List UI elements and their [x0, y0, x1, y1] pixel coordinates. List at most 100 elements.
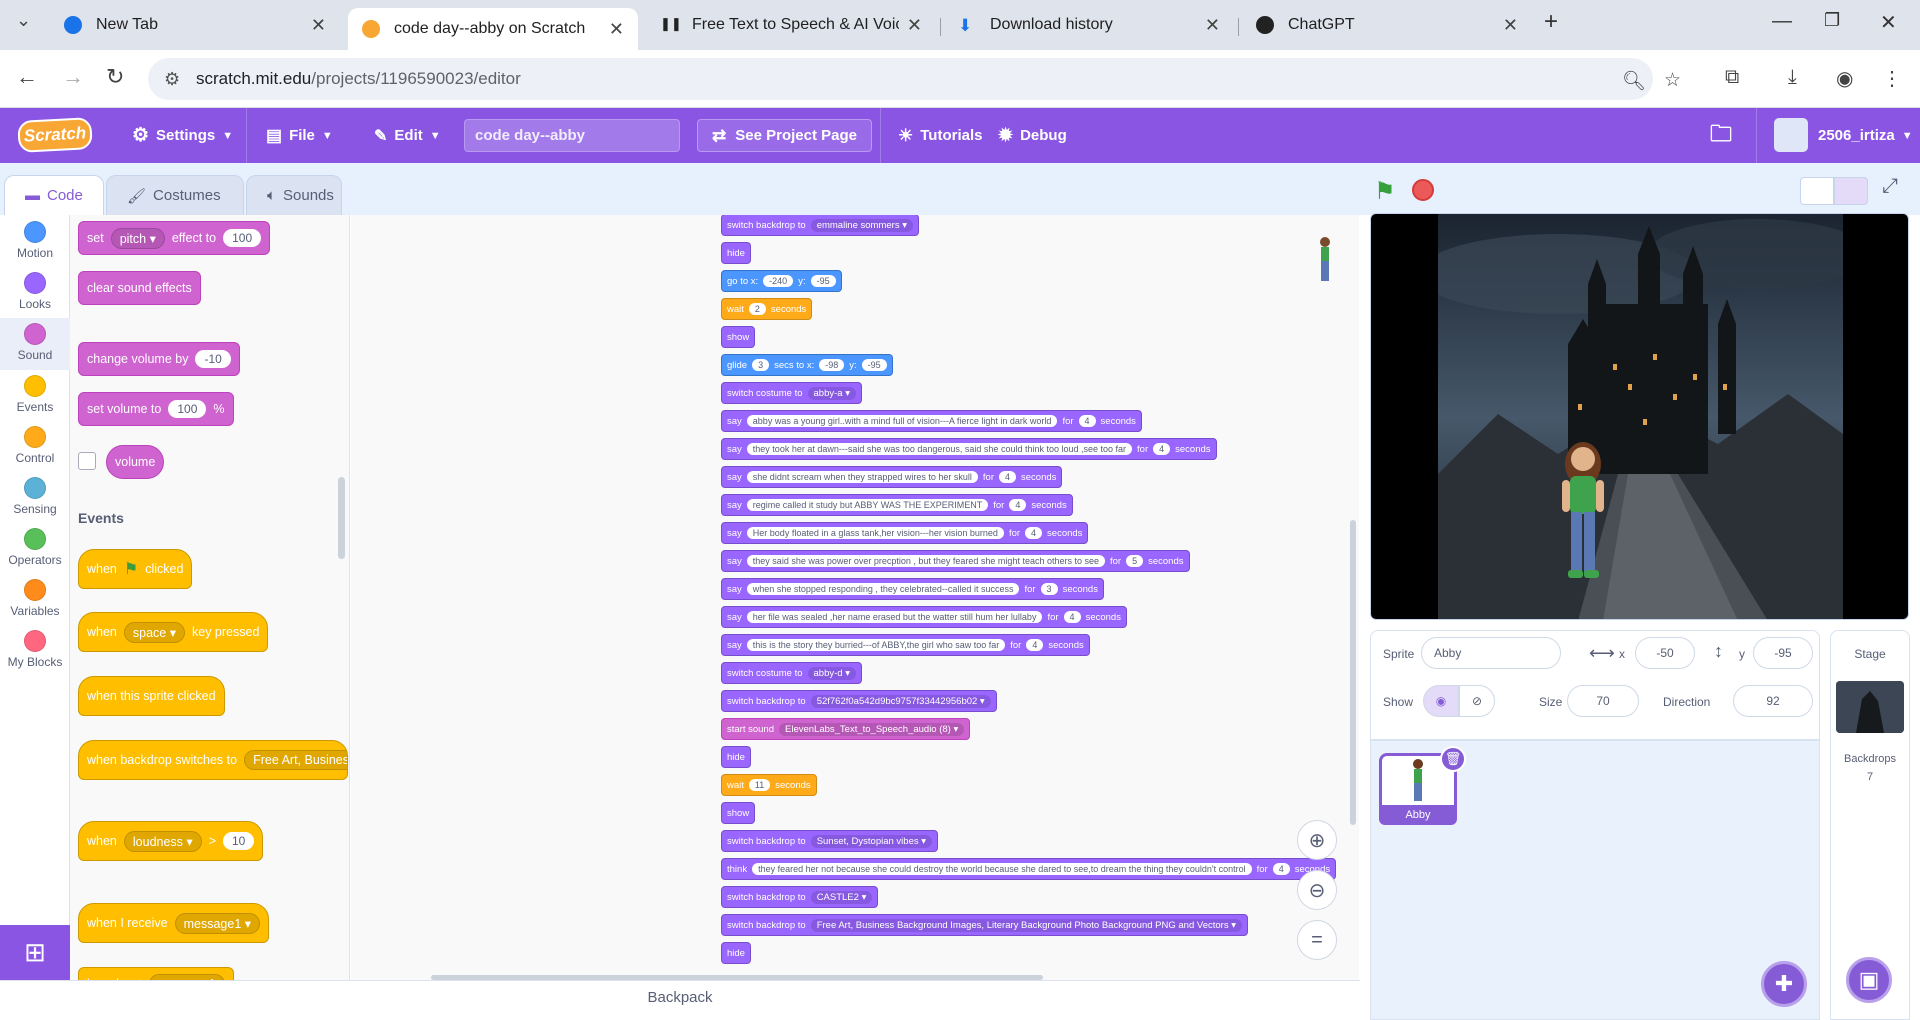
say-for-secs-block[interactable]: say her file was sealed ,her name erased … [721, 606, 1127, 628]
debug-button[interactable]: ✹ Debug [998, 108, 1067, 163]
y-input[interactable]: -95 [810, 275, 836, 287]
direction-input[interactable]: 92 [1733, 685, 1813, 717]
show-block[interactable]: show [721, 802, 756, 824]
loudness-input[interactable]: 10 [223, 832, 255, 850]
new-tab-icon[interactable]: + [1544, 8, 1558, 36]
say-text-input[interactable]: abby was a young girl..with a mind full … [746, 415, 1058, 427]
say-text-input[interactable]: they took her at dawn---said she was too… [746, 443, 1133, 455]
scratch-logo[interactable]: Scratch [17, 117, 93, 153]
when-flag-clicked-block[interactable]: when ⚑ clicked [78, 549, 193, 589]
site-info-icon[interactable]: ⚙ [164, 69, 180, 90]
extensions-icon[interactable]: ⧉ [1725, 66, 1739, 89]
settings-menu[interactable]: ⚙ Settings ▼ [132, 108, 233, 163]
say-secs-input[interactable]: 4 [1026, 639, 1044, 651]
volume-input[interactable]: 100 [168, 400, 207, 418]
close-icon[interactable]: ✕ [1205, 15, 1220, 36]
say-for-secs-block[interactable]: say abby was a young girl..with a mind fu… [721, 410, 1142, 432]
tab-download-history[interactable]: ⬇ Download history ✕ [944, 8, 1234, 42]
y-input[interactable]: -95 [861, 359, 887, 371]
tab-costumes[interactable]: 🖌︎ Costumes [106, 175, 244, 215]
clear-sound-effects-block[interactable]: clear sound effects [78, 271, 201, 305]
category-events[interactable]: Events [0, 375, 70, 414]
volume-change-input[interactable]: -10 [195, 350, 231, 368]
say-text-input[interactable]: her file was sealed ,her name erased but… [746, 611, 1043, 623]
backpack[interactable]: Backpack [0, 980, 1360, 1020]
add-extension-button[interactable]: ⊞ [0, 925, 70, 980]
key-dropdown[interactable]: space ▾ [123, 621, 185, 643]
see-project-page-button[interactable]: ⇄ See Project Page [697, 119, 872, 152]
when-backdrop-switches-block[interactable]: when backdrop switches to Free Art, Busi… [78, 740, 348, 780]
avatar[interactable] [1774, 118, 1808, 152]
switch-backdrop-block[interactable]: switch backdrop to CASTLE2 ▾ [721, 886, 879, 908]
category-sensing[interactable]: Sensing [0, 477, 70, 516]
say-for-secs-block[interactable]: say they took her at dawn---said she was … [721, 438, 1217, 460]
say-text-input[interactable]: she didnt scream when they strapped wire… [746, 471, 978, 483]
switch-backdrop-block[interactable]: switch backdrop to 52f762f0a542d9bc9757f3… [721, 690, 997, 712]
category-sound[interactable]: Sound [0, 318, 70, 370]
zoom-icon[interactable]: 🔍︎ [1622, 69, 1646, 93]
say-text-input[interactable]: when she stopped responding , they celeb… [746, 583, 1020, 595]
browser-menu-icon[interactable]: ⋮ [1882, 66, 1902, 91]
think-for-secs-block[interactable]: think they feared her not because she cou… [721, 858, 1337, 880]
tab-search-icon[interactable]: ⌄ [16, 10, 31, 31]
say-secs-input[interactable]: 4 [1009, 499, 1027, 511]
say-for-secs-block[interactable]: say Her body floated in a glass tank,her … [721, 522, 1089, 544]
wait-block[interactable]: wait 11 seconds [721, 774, 817, 796]
glide-block[interactable]: glide 3 secs to x: -98 y: -95 [721, 354, 893, 376]
close-icon[interactable]: ✕ [311, 15, 326, 36]
say-text-input[interactable]: this is the story they burried---of ABBY… [746, 639, 1006, 651]
category-motion[interactable]: Motion [0, 221, 70, 260]
say-text-input[interactable]: Her body floated in a glass tank,her vis… [746, 527, 1004, 539]
show-visible-button[interactable]: ◉ [1423, 685, 1459, 717]
say-text-input[interactable]: they said she was power over precption ,… [746, 555, 1105, 567]
wait-input[interactable]: 2 [748, 303, 766, 315]
forward-icon[interactable]: → [62, 64, 84, 90]
delete-sprite-button[interactable]: 🗑︎ [1440, 746, 1466, 772]
tab-sounds[interactable]: 🔈︎ Sounds [246, 175, 342, 215]
start-sound-block[interactable]: start sound ElevenLabs_Text_to_Speech_aud… [721, 718, 971, 740]
normal-stage-button[interactable] [1834, 177, 1868, 205]
reload-icon[interactable]: ↻ [106, 64, 124, 90]
y-input[interactable]: -95 [1753, 637, 1813, 669]
category-operators[interactable]: Operators [0, 528, 70, 567]
when-sprite-clicked-block[interactable]: when this sprite clicked [78, 676, 225, 716]
backdrop-dropdown[interactable]: Free Art, Business Background Images, Li… [810, 918, 1242, 932]
set-effect-block[interactable]: set pitch ▾ effect to 100 [78, 221, 271, 255]
tab-text-to-speech[interactable]: ❚❚ Free Text to Speech & AI Voice ✕ [646, 8, 936, 42]
category-looks[interactable]: Looks [0, 272, 70, 311]
code-area[interactable]: switch backdrop to emmaline sommers ▾ hide… [351, 215, 1359, 980]
show-hidden-button[interactable]: ⊘ [1459, 685, 1495, 717]
project-title-input[interactable]: code day--abby [464, 119, 680, 152]
think-secs-input[interactable]: 4 [1272, 863, 1290, 875]
effect-value-input[interactable]: 100 [223, 229, 262, 247]
zoom-out-button[interactable]: ⊖ [1297, 870, 1337, 910]
zoom-in-button[interactable]: ⊕ [1297, 820, 1337, 860]
window-close-icon[interactable]: ✕ [1880, 10, 1897, 35]
backdrop-dropdown[interactable]: Free Art, Business [244, 750, 347, 770]
glide-secs-input[interactable]: 3 [752, 359, 770, 371]
size-input[interactable]: 70 [1567, 685, 1639, 717]
wait-block[interactable]: wait 2 seconds [721, 298, 813, 320]
tab-new-tab[interactable]: New Tab ✕ [50, 8, 340, 42]
say-secs-input[interactable]: 3 [1040, 583, 1058, 595]
category-control[interactable]: Control [0, 426, 70, 465]
backdrop-dropdown[interactable]: 52f762f0a542d9bc9757f33442956b02 ▾ [810, 694, 991, 708]
tab-chatgpt[interactable]: ChatGPT ✕ [1242, 8, 1532, 42]
my-stuff-folder-icon[interactable]: 🗀 [1710, 108, 1732, 163]
close-icon[interactable]: ✕ [1503, 15, 1518, 36]
switch-backdrop-block[interactable]: switch backdrop to emmaline sommers ▾ [721, 215, 919, 236]
tutorials-button[interactable]: ☀ Tutorials [898, 108, 982, 163]
address-bar[interactable]: ⚙ scratch.mit.edu/projects/1196590023/ed… [148, 58, 1681, 100]
stage-selector-panel[interactable]: Stage Backdrops 7 ▣ [1830, 630, 1910, 1020]
think-text-input[interactable]: they feared her not because she could de… [752, 863, 1252, 875]
broadcast-block[interactable]: broadcast message1 [78, 967, 234, 980]
palette-scrollbar[interactable] [338, 477, 345, 559]
effect-dropdown[interactable]: pitch ▾ [110, 227, 165, 249]
when-key-pressed-block[interactable]: when space ▾ key pressed [78, 612, 269, 652]
sprite-name-input[interactable]: Abby [1421, 637, 1561, 669]
minimize-icon[interactable]: — [1772, 10, 1792, 33]
say-text-input[interactable]: regime called it study but ABBY WAS THE … [746, 499, 989, 511]
say-secs-input[interactable]: 4 [1063, 611, 1081, 623]
say-for-secs-block[interactable]: say this is the story they burried---of A… [721, 634, 1090, 656]
bookmark-star-icon[interactable]: ☆ [1664, 69, 1681, 92]
